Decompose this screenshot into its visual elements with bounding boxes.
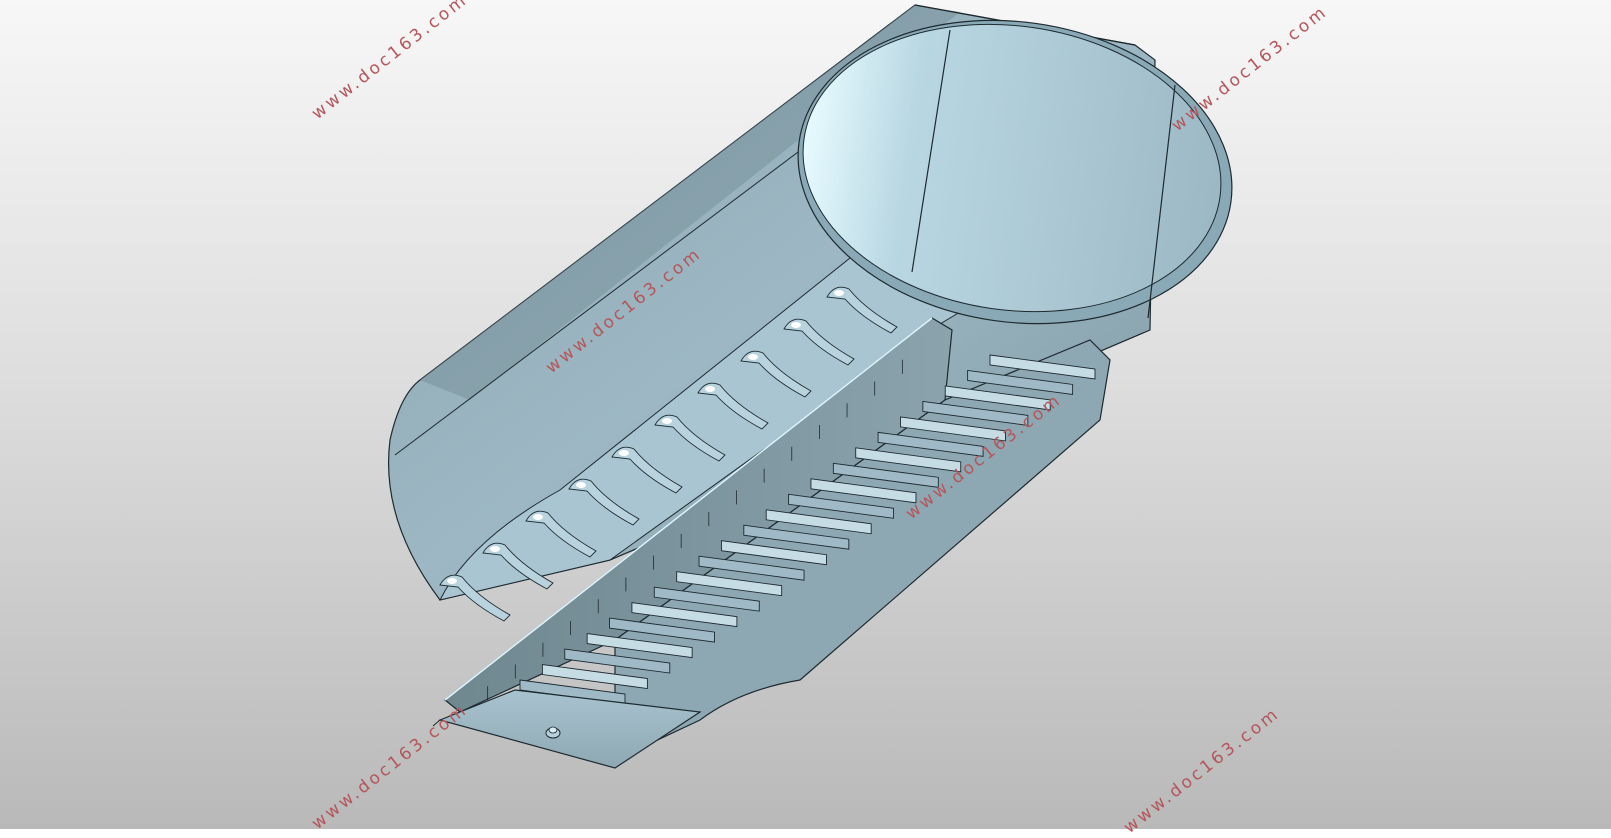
- deflector-highlight: [662, 418, 672, 424]
- deflector-highlight: [576, 482, 586, 488]
- deflector-highlight: [619, 450, 629, 456]
- deflector-highlight: [791, 322, 801, 328]
- 3d-model[interactable]: [0, 0, 1611, 829]
- deflector-highlight: [533, 514, 543, 520]
- cad-viewport[interactable]: www.doc163.com www.doc163.com www.doc163…: [0, 0, 1611, 838]
- deflector-highlight: [748, 354, 758, 360]
- deflector-highlight: [447, 578, 457, 584]
- deflector-highlight: [490, 546, 500, 552]
- deflector-highlight: [834, 290, 844, 296]
- deflector-highlight: [705, 386, 715, 392]
